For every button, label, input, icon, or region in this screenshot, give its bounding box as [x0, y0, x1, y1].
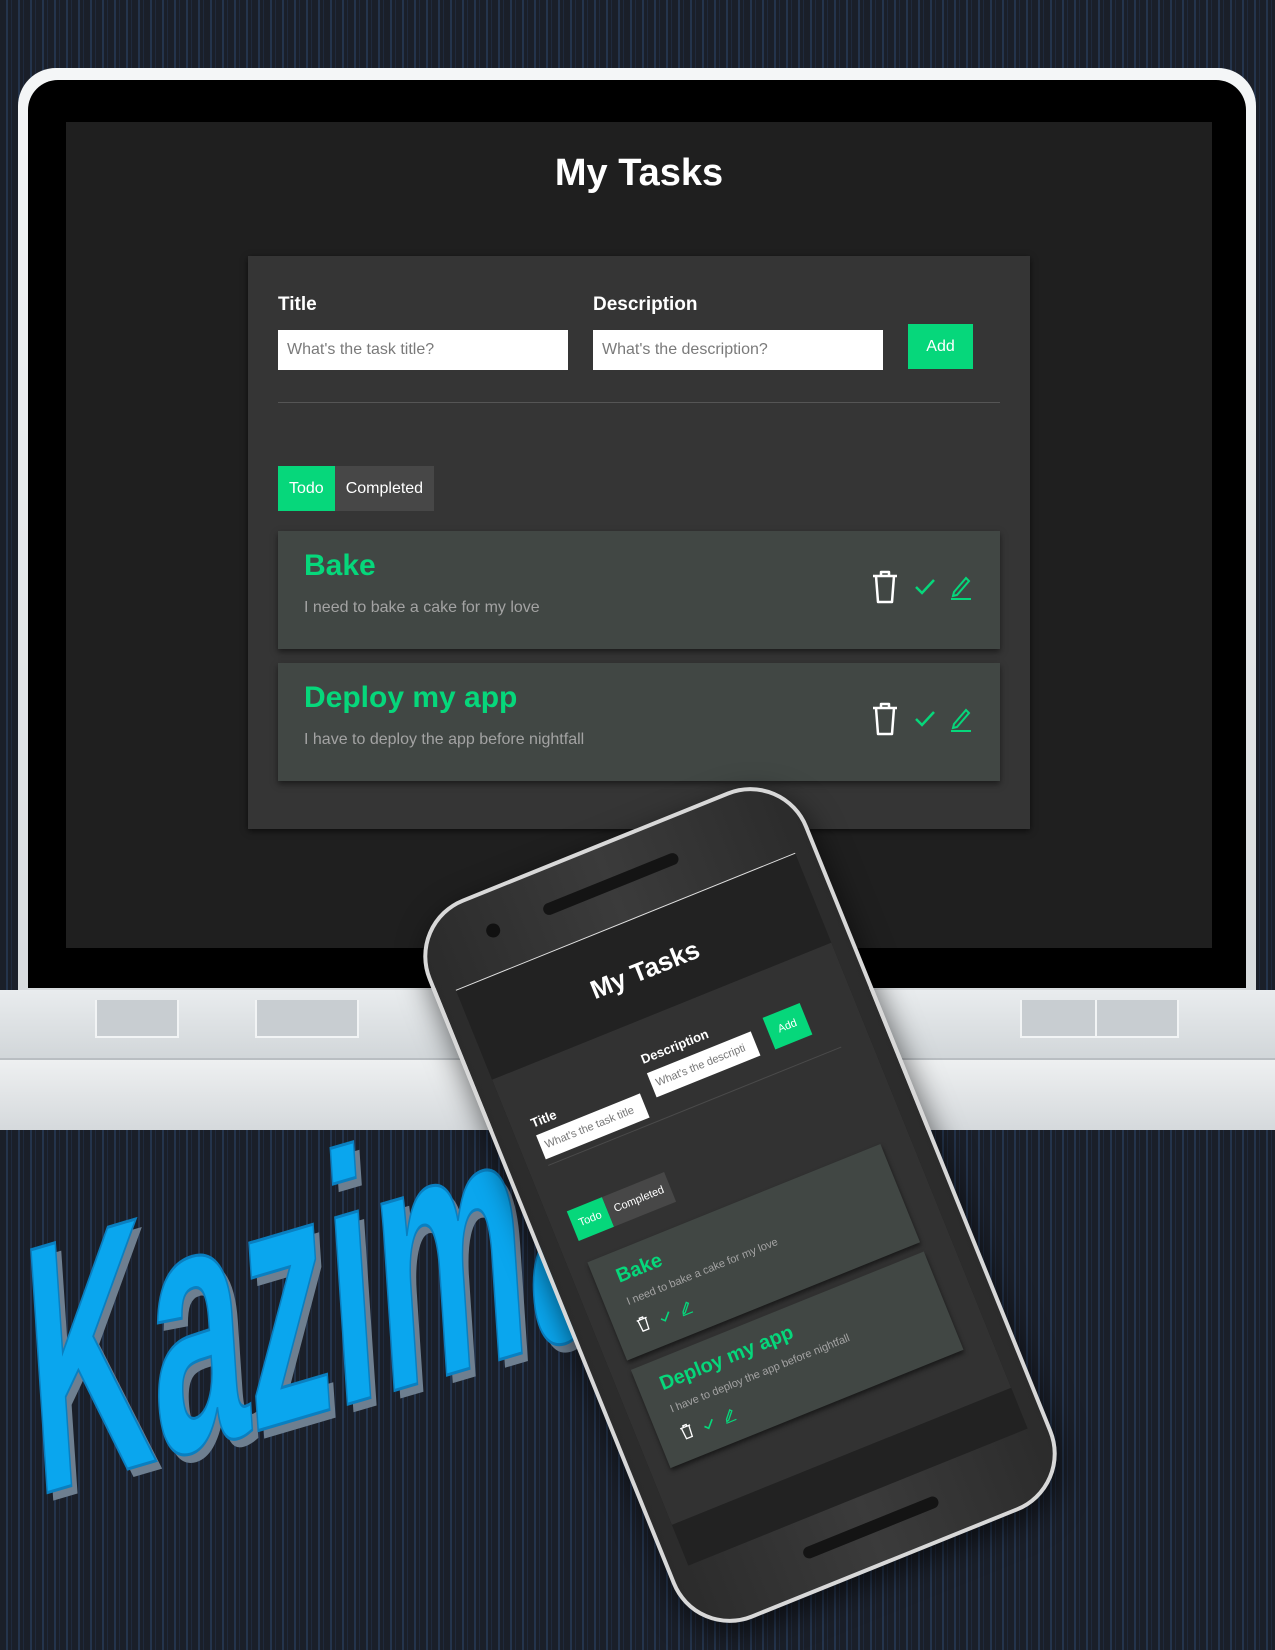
task-title: Deploy my app: [304, 681, 518, 714]
task-actions: [870, 701, 972, 741]
phone-tab-bar: Todo Completed: [566, 1171, 677, 1242]
task-item: Bake I need to bake a cake for my love: [278, 531, 1000, 649]
trash-icon[interactable]: [677, 1421, 697, 1445]
title-input[interactable]: [278, 330, 568, 370]
tasks-card: Title Description Add Todo Completed Bak…: [248, 256, 1030, 829]
laptop-hinge-center-right: [1020, 1000, 1104, 1038]
task-description: I have to deploy the app before nightfal…: [304, 731, 585, 748]
pencil-icon[interactable]: [677, 1298, 695, 1320]
tab-todo[interactable]: Todo: [278, 466, 335, 511]
task-description: I need to bake a cake for my love: [304, 599, 540, 616]
trash-icon[interactable]: [870, 701, 900, 741]
tab-completed[interactable]: Completed: [334, 466, 435, 511]
check-icon[interactable]: [656, 1306, 674, 1328]
title-label: Title: [278, 294, 317, 315]
phone-tab-completed[interactable]: Completed: [601, 1171, 677, 1227]
laptop-hinge-left: [95, 1000, 179, 1038]
check-icon[interactable]: [914, 709, 936, 733]
pencil-icon[interactable]: [720, 1405, 738, 1427]
description-label: Description: [593, 294, 698, 315]
tab-bar: Todo Completed: [278, 466, 435, 511]
task-actions: [870, 569, 972, 609]
form-divider: [278, 402, 1000, 403]
pencil-icon[interactable]: [950, 706, 972, 736]
phone-add-button[interactable]: Add: [762, 1002, 813, 1050]
trash-icon[interactable]: [870, 569, 900, 609]
pencil-icon[interactable]: [950, 574, 972, 604]
trash-icon[interactable]: [634, 1314, 654, 1338]
phone-title-input[interactable]: [536, 1093, 650, 1160]
laptop-hinge-right: [1095, 1000, 1179, 1038]
laptop-hinge-center-left: [255, 1000, 359, 1038]
check-icon[interactable]: [914, 577, 936, 601]
task-title: Bake: [304, 549, 376, 582]
description-input[interactable]: [593, 330, 883, 370]
add-button[interactable]: Add: [908, 324, 973, 369]
page-title: My Tasks: [554, 152, 724, 194]
phone-task-actions: [634, 1297, 695, 1337]
laptop-screen: My Tasks Title Description Add Todo Comp…: [66, 122, 1212, 948]
phone-task-actions: [677, 1405, 738, 1445]
check-icon[interactable]: [700, 1414, 718, 1436]
task-item: Deploy my app I have to deploy the app b…: [278, 663, 1000, 781]
